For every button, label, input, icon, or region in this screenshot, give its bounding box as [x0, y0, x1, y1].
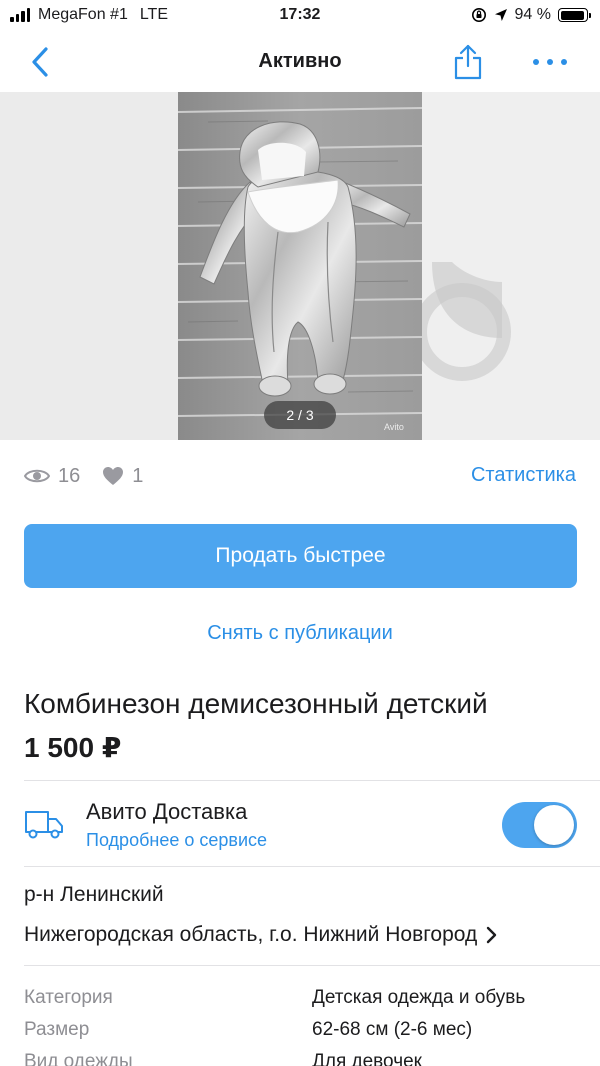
- delivery-toggle[interactable]: [502, 802, 577, 848]
- orientation-lock-icon: [471, 8, 486, 22]
- divider: [24, 780, 600, 781]
- ad-title: Комбинезон демисезонный детский: [24, 688, 488, 719]
- more-button[interactable]: [528, 44, 572, 80]
- unpublish-button[interactable]: Снять с публикации: [0, 622, 600, 645]
- divider: [24, 965, 600, 966]
- more-icon: [533, 59, 567, 65]
- photo-gallery[interactable]: Avito: [0, 92, 600, 440]
- location-district: р-н Ленинский: [24, 883, 164, 906]
- eye-icon: [24, 469, 50, 483]
- statistics-link[interactable]: Статистика: [471, 464, 576, 487]
- status-right: 94 %: [471, 6, 591, 24]
- battery-fill: [560, 10, 584, 20]
- param-label: Категория: [24, 987, 113, 1008]
- page-title: Активно: [258, 50, 342, 72]
- param-label: Размер: [24, 1019, 90, 1040]
- sell-faster-button[interactable]: Продать быстрее: [24, 524, 577, 588]
- stats-row: 16 1 Статистика: [24, 458, 576, 494]
- views-count: 16: [58, 464, 81, 487]
- param-label: Вид одежды: [24, 1051, 133, 1066]
- delivery-truck-icon: [25, 811, 63, 839]
- delivery-title: Авито Доставка: [86, 799, 248, 824]
- likes-count: 1: [132, 464, 144, 487]
- svg-text:Avito: Avito: [384, 422, 404, 432]
- location-arrow-icon: [494, 9, 507, 21]
- param-row: Размер 62-68 см (2-6 мес): [24, 1019, 600, 1049]
- param-value: 62-68 см (2-6 мес): [312, 1019, 473, 1040]
- likes-stat: 1: [102, 465, 143, 488]
- status-bar: MegaFon #1 LTE 17:32 94 %: [0, 0, 600, 34]
- location-region: Нижегородская область, г.о. Нижний Новго…: [24, 923, 478, 946]
- share-icon: [454, 44, 482, 80]
- share-button[interactable]: [448, 40, 488, 84]
- param-row: Категория Детская одежда и обувь: [24, 987, 600, 1017]
- nav-bar: Активно: [0, 34, 600, 92]
- ad-price: 1 500 ₽: [24, 732, 122, 763]
- views-stat: 16: [24, 465, 80, 488]
- heart-icon: [103, 467, 124, 485]
- location-region-link[interactable]: Нижегородская область, г.о. Нижний Новго…: [24, 920, 576, 950]
- param-value: Детская одежда и обувь: [312, 987, 526, 1008]
- product-photo[interactable]: Avito: [178, 92, 422, 440]
- battery-icon: [558, 8, 591, 22]
- divider: [24, 866, 600, 867]
- battery-percent: 94 %: [514, 6, 551, 23]
- chevron-right-icon: [487, 926, 497, 944]
- param-value: Для девочек: [312, 1051, 422, 1066]
- delivery-more-link[interactable]: Подробнее о сервисе: [86, 830, 267, 851]
- param-row: Вид одежды Для девочек: [24, 1051, 600, 1066]
- photo-counter: 2 / 3: [264, 401, 336, 429]
- toggle-knob: [534, 805, 574, 845]
- next-photo-preview[interactable]: [422, 92, 600, 440]
